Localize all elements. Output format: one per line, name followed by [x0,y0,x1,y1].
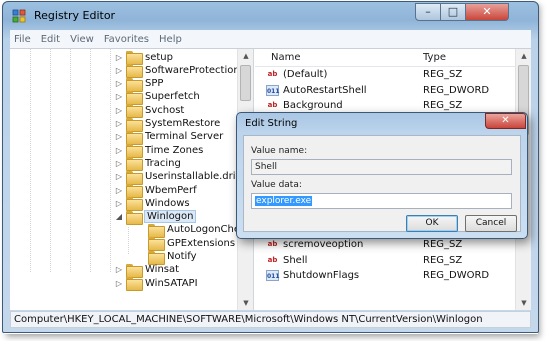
expand-arrow-icon[interactable]: ▷ [114,172,124,181]
menu-bar: File Edit View Favorites Help [10,30,531,48]
value-name-label: Value name: [251,146,308,156]
value-row[interactable]: ab (Default) REG_SZ [255,67,515,82]
string-value-icon: ab [267,70,278,78]
expand-arrow-icon[interactable]: ▷ [114,92,124,101]
status-bar-path: Computer\HKEY_LOCAL_MACHINE\SOFTWARE\Mic… [10,311,531,328]
column-header-name[interactable]: Name [271,52,301,63]
minimize-icon: – [425,5,431,18]
value-row[interactable]: 011 ShutdownFlags REG_DWORD [255,268,515,283]
expand-arrow-icon[interactable]: ▷ [114,119,124,128]
expand-arrow-icon[interactable]: ▷ [114,279,124,288]
expand-arrow-icon[interactable]: ▷ [114,106,124,115]
value-name-field: Shell [251,159,512,175]
values-header: Name Type [255,49,515,67]
menu-help[interactable]: Help [159,34,182,45]
maximize-button[interactable]: □ [440,3,466,21]
window-title: Registry Editor [34,9,116,22]
value-type: REG_SZ [423,100,463,111]
value-name: Shell [283,254,308,266]
dialog-close-button[interactable]: ✕ [485,113,526,129]
value-row[interactable]: ab Background REG_SZ [255,98,515,113]
title-bar[interactable]: Registry Editor – □ ✕ [3,2,538,30]
expand-arrow-icon[interactable]: ▷ [114,53,124,62]
column-header-type[interactable]: Type [423,52,446,63]
scroll-down-icon[interactable]: ▼ [238,296,253,310]
value-type: REG_DWORD [423,270,490,281]
registry-editor-icon [12,9,26,23]
scroll-up-icon[interactable]: ▲ [516,49,531,63]
key-tree-pane[interactable]: ▷setup▷SoftwareProtectionPlatform▷SPP▷Su… [10,49,254,310]
scroll-up-icon[interactable]: ▲ [238,49,253,63]
ok-button[interactable]: OK [406,215,458,232]
menu-file[interactable]: File [14,34,31,45]
string-value-icon: ab [267,101,278,109]
binary-value-icon: 011 [266,84,280,96]
menu-edit[interactable]: Edit [41,34,60,45]
folder-icon [126,277,143,292]
value-data-selected-text: explorer.exe [255,196,313,206]
maximize-icon: □ [447,5,459,18]
value-data-input[interactable]: explorer.exe [251,193,512,209]
edit-string-dialog: Edit String ✕ Value name: Shell Value da… [236,112,528,239]
binary-value-icon: 011 [266,270,280,281]
expand-arrow-icon[interactable]: ▷ [114,146,124,155]
tree-item[interactable]: ▷ WinSATAPI [114,274,198,292]
expand-arrow-icon[interactable]: ▷ [114,265,124,274]
expand-arrow-icon[interactable]: ▷ [114,186,124,195]
scroll-down-icon[interactable]: ▼ [516,296,531,310]
expand-arrow-icon[interactable]: ▷ [114,66,124,75]
collapse-arrow-icon[interactable]: ◢ [114,212,124,221]
tree-item-label: WinSATAPI [145,277,198,289]
value-name: Background [283,100,343,111]
close-icon: ✕ [482,5,492,18]
value-name: AutoRestartShell [283,84,367,96]
cancel-button[interactable]: Cancel [465,215,517,232]
dialog-title: Edit String [245,118,298,129]
value-type: REG_SZ [423,254,463,266]
string-value-icon: ab [267,255,278,264]
value-name: scremoveoption [283,239,364,250]
dialog-body: Value name: Shell Value data: explorer.e… [243,135,521,232]
menu-view[interactable]: View [70,34,94,45]
close-button[interactable]: ✕ [465,3,509,21]
close-icon: ✕ [501,115,510,126]
expand-arrow-icon[interactable]: ▷ [114,79,124,88]
tree-scroll-thumb[interactable] [240,65,251,101]
value-row[interactable]: 011 AutoRestartShell REG_DWORD [255,83,515,98]
value-type: REG_DWORD [423,84,490,96]
value-name: (Default) [283,69,328,80]
string-value-icon: ab [267,240,278,248]
value-type: REG_SZ [423,239,463,250]
expand-arrow-icon[interactable]: ▷ [114,199,124,208]
value-name: ShutdownFlags [283,270,360,281]
value-row[interactable]: ab scremoveoption REG_SZ [255,237,515,252]
menu-favorites[interactable]: Favorites [104,34,149,45]
expand-arrow-icon[interactable]: ▷ [114,132,124,141]
value-type: REG_SZ [423,69,463,80]
minimize-button[interactable]: – [415,3,441,21]
value-data-label: Value data: [251,180,302,190]
value-row[interactable]: ab Shell REG_SZ [255,253,515,268]
expand-arrow-icon[interactable]: ▷ [114,159,124,168]
